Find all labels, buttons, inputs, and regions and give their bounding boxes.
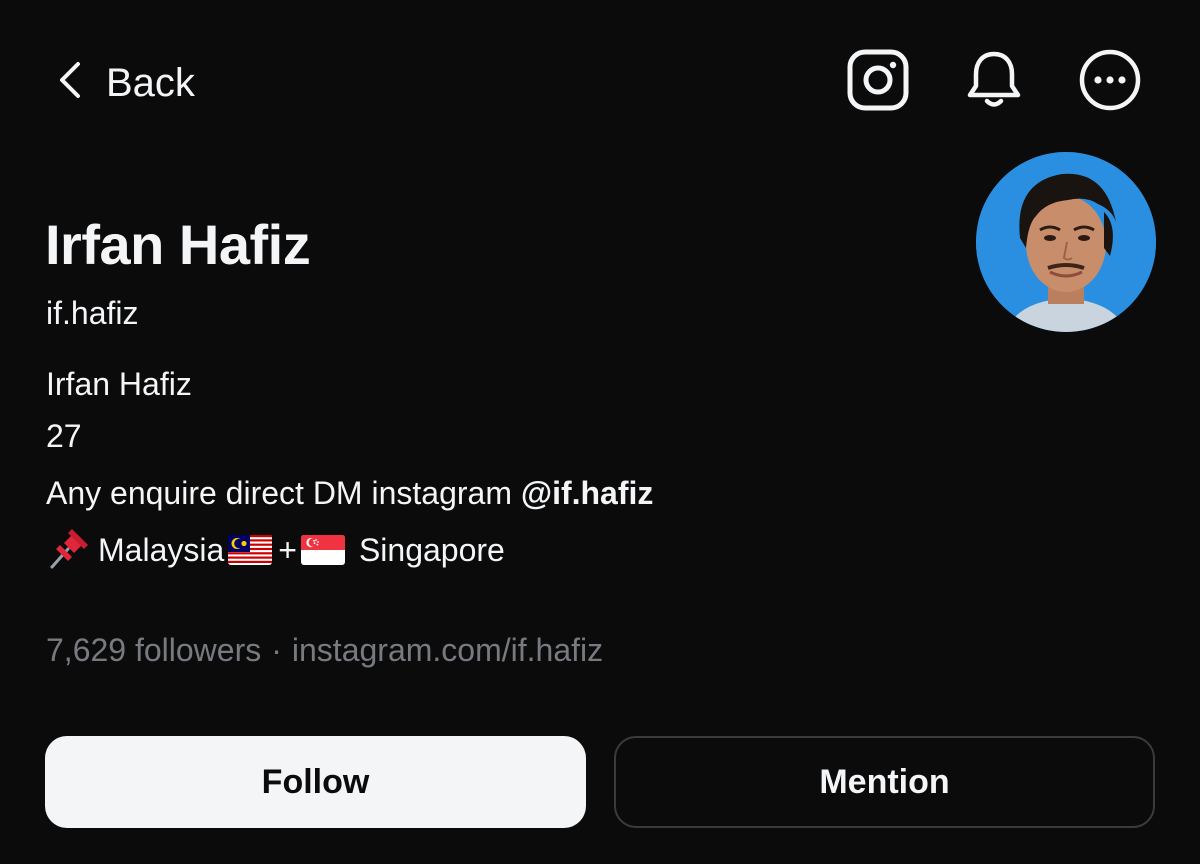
back-label: Back	[106, 60, 195, 105]
instagram-link[interactable]: instagram.com/if.hafiz	[292, 632, 603, 668]
profile-stats: 7,629 followers · instagram.com/if.hafiz	[46, 628, 603, 672]
singapore-flag-icon	[300, 526, 345, 583]
instagram-icon[interactable]	[846, 48, 910, 112]
header-actions	[846, 48, 1142, 112]
malaysia-flag-icon	[228, 526, 273, 583]
bio-line-contact: Any enquire direct DM instagram @if.hafi…	[46, 465, 1046, 522]
chevron-left-icon	[52, 56, 88, 109]
back-button[interactable]: Back	[52, 56, 195, 109]
location-plus: +	[278, 532, 297, 568]
bio-line-age: 27	[46, 418, 82, 454]
location-malaysia: Malaysia	[98, 532, 225, 568]
bio-line-name: Irfan Hafiz	[46, 366, 192, 402]
bell-icon[interactable]	[962, 48, 1026, 112]
more-icon[interactable]	[1078, 48, 1142, 112]
location-singapore: Singapore	[358, 532, 505, 568]
username: if.hafiz	[46, 295, 139, 331]
stats-separator: ·	[271, 632, 282, 668]
mention-button[interactable]: Mention	[614, 736, 1155, 828]
bio-contact-text: Any enquire direct DM instagram	[46, 475, 521, 511]
display-name: Irfan Hafiz	[45, 213, 311, 276]
bio-line-location: Malaysia + Singapore	[46, 522, 1046, 583]
bio: Irfan Hafiz 27 Any enquire direct DM ins…	[46, 360, 1046, 583]
avatar[interactable]	[976, 152, 1156, 332]
bio-mention-link[interactable]: @if.hafiz	[521, 475, 654, 511]
profile-page: Back Irfan Hafiz if.hafiz Irfan Hafiz 27…	[0, 0, 1200, 864]
follow-button[interactable]: Follow	[45, 736, 586, 828]
pushpin-icon	[46, 523, 94, 571]
followers-count[interactable]: 7,629 followers	[46, 632, 261, 668]
